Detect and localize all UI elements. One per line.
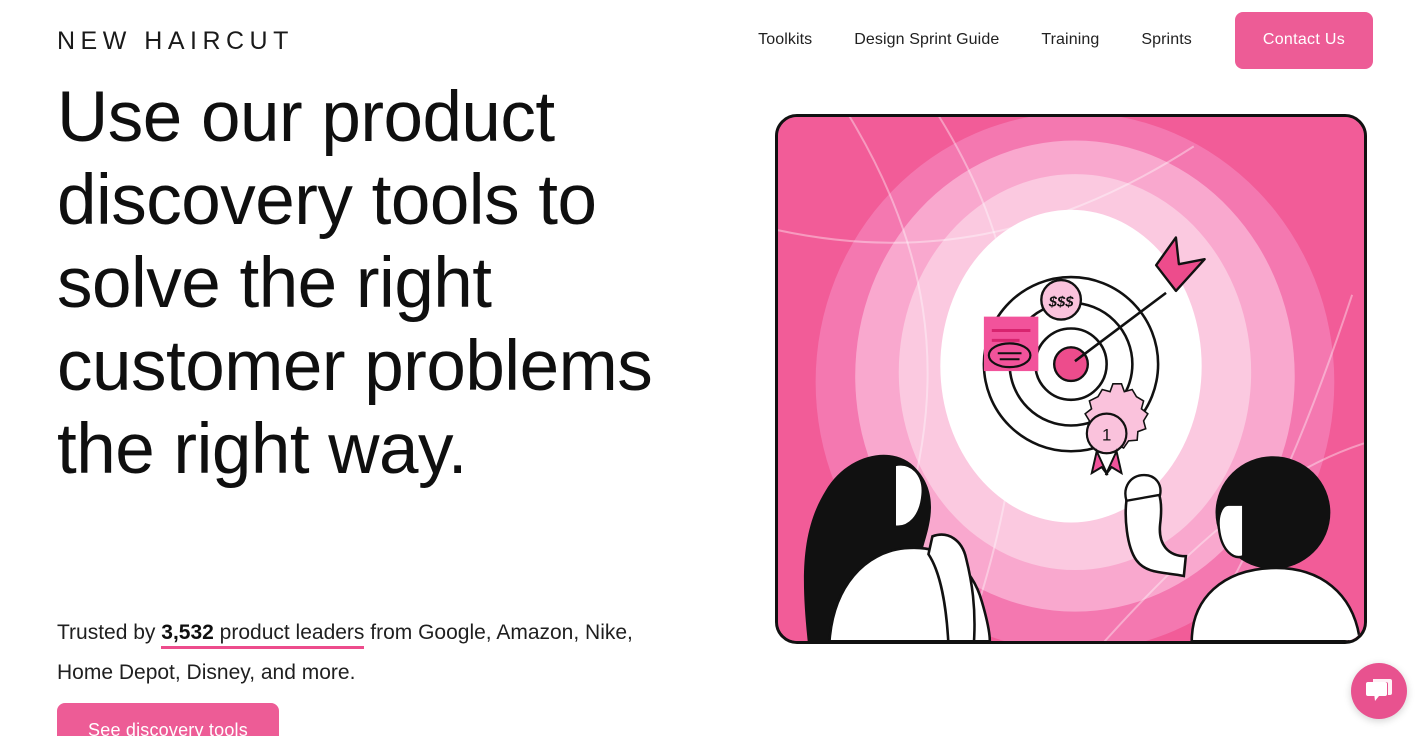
- hero-landing-page: NEW HAIRCUT Toolkits Design Sprint Guide…: [0, 0, 1425, 736]
- contact-us-button[interactable]: Contact Us: [1234, 11, 1373, 69]
- nav-sprints[interactable]: Sprints: [1120, 31, 1213, 49]
- main-navigation: Toolkits Design Sprint Guide Training Sp…: [737, 0, 1373, 80]
- nav-toolkits[interactable]: Toolkits: [737, 31, 833, 49]
- money-badge-icon: $$$: [1040, 278, 1083, 321]
- leader-count: 3,532: [161, 621, 214, 644]
- site-logo[interactable]: NEW HAIRCUT: [57, 27, 294, 56]
- product-leaders-label: product leaders: [213, 621, 365, 644]
- site-header: NEW HAIRCUT Toolkits Design Sprint Guide…: [0, 0, 1425, 80]
- page-title: Use our product discovery tools to solve…: [57, 78, 653, 489]
- trusted-by-text: Trusted by 3,532 product leaders from Go…: [57, 613, 667, 693]
- sticky-note-icon: [983, 316, 1039, 372]
- svg-text:$$$: $$$: [1048, 295, 1074, 311]
- hero-text-column: Use our product discovery tools to solve…: [57, 76, 717, 736]
- nav-training[interactable]: Training: [1020, 31, 1120, 49]
- chat-bubble-icon: [1366, 679, 1392, 701]
- svg-text:1: 1: [1102, 425, 1111, 444]
- nav-design-sprint-guide[interactable]: Design Sprint Guide: [833, 31, 1020, 49]
- see-discovery-tools-button[interactable]: See discovery tools: [57, 703, 279, 736]
- hero-illustration: $$$ 1: [775, 114, 1367, 644]
- product-leaders-link[interactable]: 3,532 product leaders: [161, 621, 365, 649]
- trusted-by-prefix: Trusted by: [57, 621, 162, 644]
- chat-widget-button[interactable]: [1351, 663, 1407, 719]
- target-celebration-illustration: $$$ 1: [778, 117, 1364, 641]
